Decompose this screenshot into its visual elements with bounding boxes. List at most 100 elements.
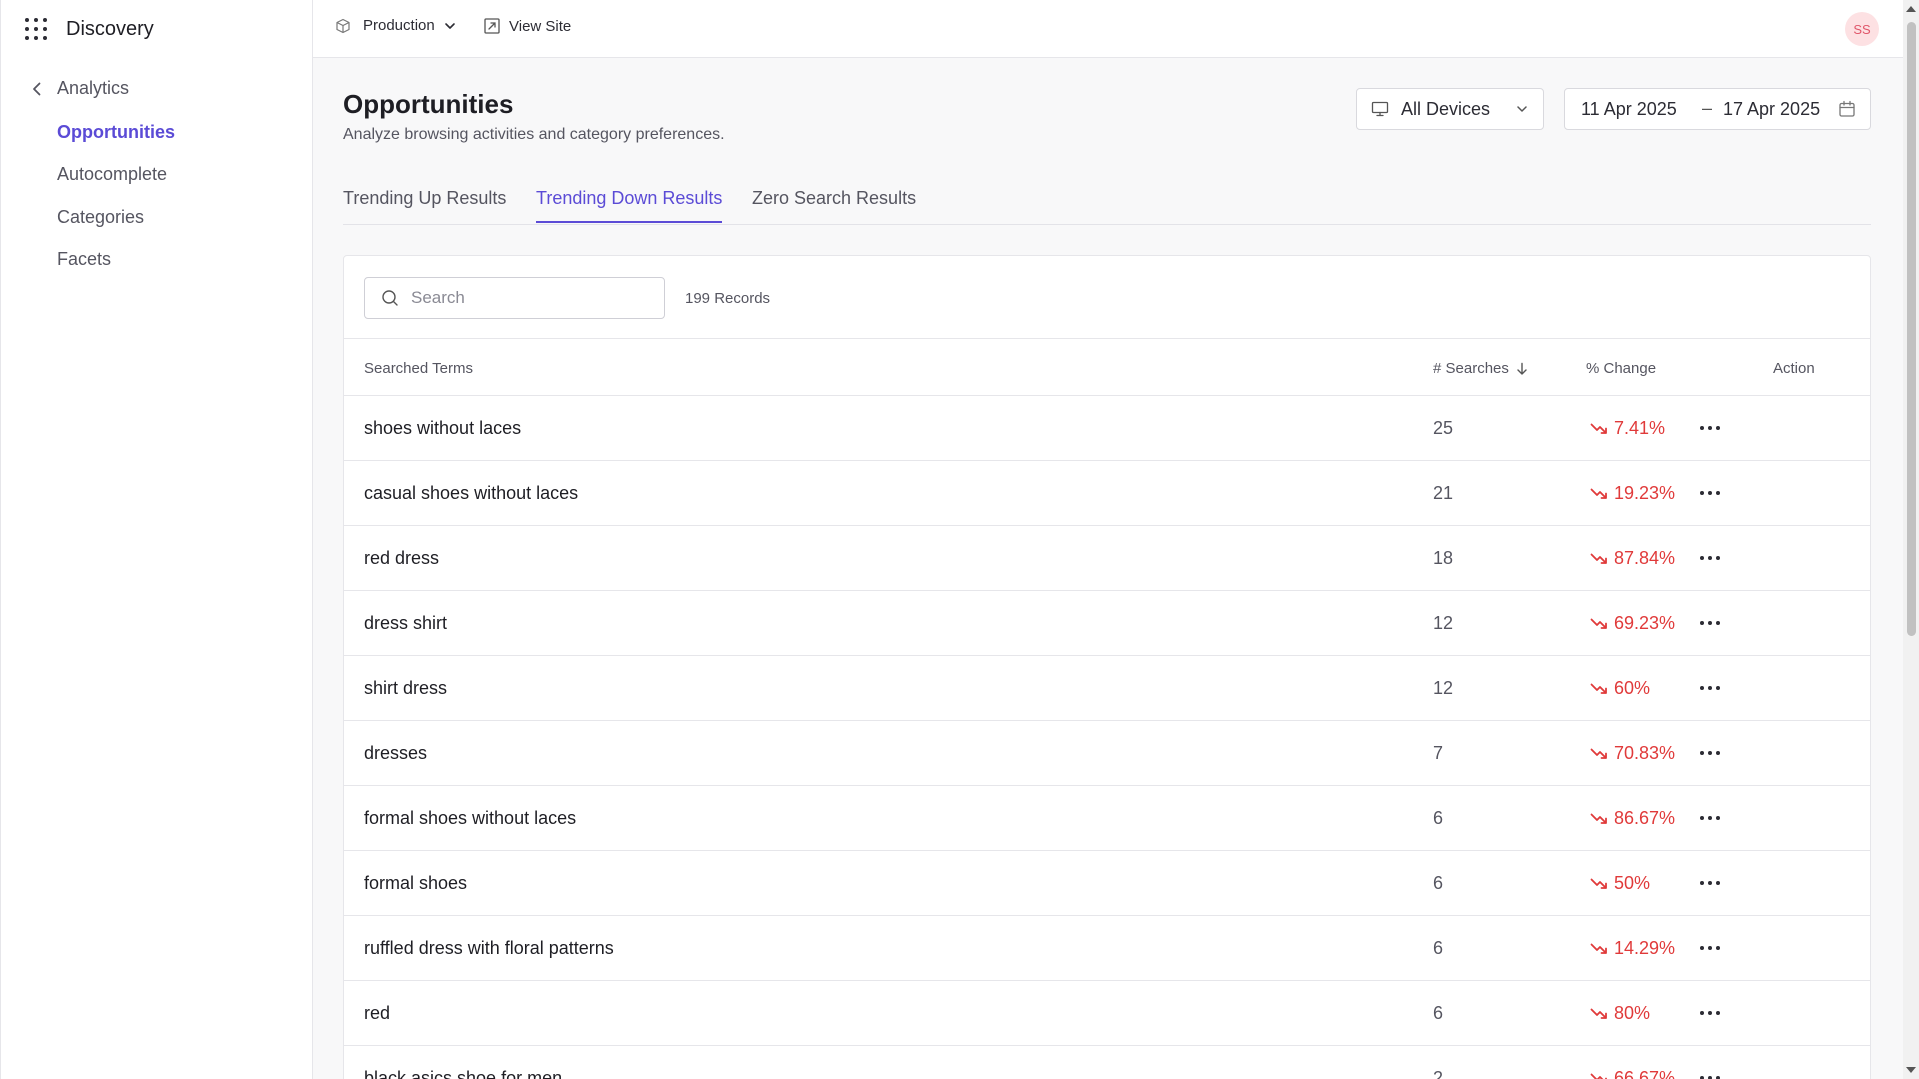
row-action-button[interactable] bbox=[1694, 542, 1726, 574]
date-start[interactable]: 11 Apr 2025 bbox=[1581, 99, 1677, 120]
tab-trending-up[interactable]: Trending Up Results bbox=[343, 188, 506, 221]
trend-down-icon bbox=[1590, 423, 1607, 434]
percent-change-value: 80% bbox=[1614, 1003, 1651, 1023]
row-action-button[interactable] bbox=[1694, 737, 1726, 769]
external-link-icon bbox=[484, 18, 500, 34]
percent-change-value: 69.23% bbox=[1614, 613, 1676, 633]
more-horizontal-icon bbox=[1700, 491, 1720, 495]
tab-zero-search[interactable]: Zero Search Results bbox=[752, 188, 916, 221]
search-icon bbox=[382, 290, 398, 306]
trend-down-icon bbox=[1590, 553, 1607, 564]
more-horizontal-icon bbox=[1700, 751, 1720, 755]
searched-term: formal shoes bbox=[364, 873, 468, 893]
trend-down-icon bbox=[1590, 1008, 1607, 1019]
chevron-down-icon bbox=[444, 22, 455, 29]
chevron-left-icon bbox=[33, 82, 41, 95]
device-filter-value: All Devices bbox=[1401, 98, 1491, 119]
page-title: Opportunities bbox=[343, 89, 514, 119]
brand: Discovery bbox=[25, 16, 154, 42]
date-separator: – bbox=[1702, 98, 1713, 118]
column-header-change: % Change bbox=[1586, 360, 1656, 377]
sidebar-item-facets[interactable]: Facets bbox=[57, 249, 111, 270]
column-header-action: Action bbox=[1773, 360, 1815, 377]
sidebar-item-autocomplete[interactable]: Autocomplete bbox=[57, 164, 167, 185]
trend-down-icon bbox=[1590, 943, 1607, 954]
row-action-button[interactable] bbox=[1694, 997, 1726, 1029]
searched-term: ruffled dress with floral patterns bbox=[364, 938, 614, 958]
row-action-button[interactable] bbox=[1694, 802, 1726, 834]
searched-term: formal shoes without laces bbox=[364, 808, 577, 828]
trend-down-icon bbox=[1590, 1073, 1607, 1079]
searched-term: shirt dress bbox=[364, 678, 448, 698]
nav-back-analytics[interactable]: Analytics bbox=[27, 78, 129, 99]
scroll-up-arrow[interactable] bbox=[1906, 6, 1916, 12]
nav-back-label: Analytics bbox=[57, 78, 130, 98]
percent-change: 14.29% bbox=[1590, 938, 1675, 959]
sidebar: Discovery Analytics Opportunities Autoco… bbox=[0, 0, 313, 1079]
percent-change-value: 14.29% bbox=[1614, 938, 1676, 958]
date-range-picker[interactable]: 11 Apr 2025 – 17 Apr 2025 bbox=[1564, 88, 1871, 130]
search-count: 6 bbox=[1433, 808, 1444, 828]
more-horizontal-icon bbox=[1700, 1011, 1720, 1015]
table-row: formal shoes without laces 6 86.67% bbox=[344, 786, 1870, 851]
table-row: black asics shoe for men 2 66.67% bbox=[344, 1046, 1870, 1079]
calendar-icon[interactable] bbox=[1838, 100, 1856, 118]
more-horizontal-icon bbox=[1700, 426, 1720, 430]
column-header-term-label: Searched Terms bbox=[364, 360, 473, 377]
scroll-down-arrow[interactable] bbox=[1906, 1067, 1916, 1073]
device-filter-select[interactable]: All Devices bbox=[1356, 88, 1544, 130]
percent-change-value: 86.67% bbox=[1614, 808, 1676, 828]
percent-change-value: 7.41% bbox=[1614, 418, 1666, 438]
trend-down-icon bbox=[1590, 618, 1607, 629]
sidebar-item-opportunities[interactable]: Opportunities bbox=[57, 122, 175, 143]
page-scrollbar[interactable] bbox=[1903, 0, 1919, 1079]
column-header-action-label: Action bbox=[1773, 360, 1815, 377]
trend-down-icon bbox=[1590, 683, 1607, 694]
column-header-searches[interactable]: # Searches bbox=[1433, 360, 1529, 377]
table-row: dress shirt 12 69.23% bbox=[344, 591, 1870, 656]
row-action-button[interactable] bbox=[1694, 1062, 1726, 1079]
row-action-button[interactable] bbox=[1694, 607, 1726, 639]
scroll-thumb[interactable] bbox=[1907, 22, 1916, 636]
row-action-button[interactable] bbox=[1694, 477, 1726, 509]
search-input[interactable] bbox=[411, 288, 641, 308]
view-site-link[interactable]: View Site bbox=[483, 17, 571, 35]
search-count: 7 bbox=[1433, 743, 1444, 763]
search-count: 6 bbox=[1433, 1003, 1444, 1023]
sidebar-item-categories[interactable]: Categories bbox=[57, 207, 144, 228]
tab-trending-down[interactable]: Trending Down Results bbox=[536, 188, 723, 223]
percent-change: 7.41% bbox=[1590, 418, 1665, 439]
user-avatar[interactable]: SS bbox=[1845, 12, 1879, 46]
page-subtitle: Analyze browsing activities and category… bbox=[343, 126, 725, 143]
table-row: formal shoes 6 50% bbox=[344, 851, 1870, 916]
percent-change: 80% bbox=[1590, 1003, 1650, 1024]
row-action-button[interactable] bbox=[1694, 412, 1726, 444]
results-card: 199 Records Searched Terms # Searches % … bbox=[343, 255, 1871, 1079]
search-box[interactable] bbox=[364, 277, 665, 319]
trend-down-icon bbox=[1590, 813, 1607, 824]
results-tabs: Trending Up Results Trending Down Result… bbox=[343, 188, 1871, 225]
table-row: red 6 80% bbox=[344, 981, 1870, 1046]
table-toolbar: 199 Records bbox=[344, 256, 1870, 339]
row-action-button[interactable] bbox=[1694, 672, 1726, 704]
more-horizontal-icon bbox=[1700, 816, 1720, 820]
records-count: 199 Records bbox=[685, 290, 771, 307]
chevron-down-icon bbox=[1517, 106, 1527, 112]
column-header-searches-label: # Searches bbox=[1433, 360, 1509, 377]
search-count: 6 bbox=[1433, 938, 1444, 958]
topbar: Production View Site SS bbox=[313, 0, 1903, 58]
environment-selector[interactable]: Production bbox=[335, 17, 469, 34]
app-grid-icon[interactable] bbox=[25, 18, 47, 40]
percent-change-value: 87.84% bbox=[1614, 548, 1676, 568]
trend-down-icon bbox=[1590, 878, 1607, 889]
trend-down-icon bbox=[1590, 748, 1607, 759]
row-action-button[interactable] bbox=[1694, 932, 1726, 964]
searched-term: casual shoes without laces bbox=[364, 483, 579, 503]
row-action-button[interactable] bbox=[1694, 867, 1726, 899]
percent-change: 50% bbox=[1590, 873, 1650, 894]
percent-change: 19.23% bbox=[1590, 483, 1675, 504]
percent-change-value: 66.67% bbox=[1614, 1068, 1676, 1079]
date-end[interactable]: 17 Apr 2025 bbox=[1723, 99, 1820, 120]
search-count: 2 bbox=[1433, 1068, 1444, 1079]
sort-arrow-down-icon[interactable] bbox=[1515, 362, 1529, 376]
